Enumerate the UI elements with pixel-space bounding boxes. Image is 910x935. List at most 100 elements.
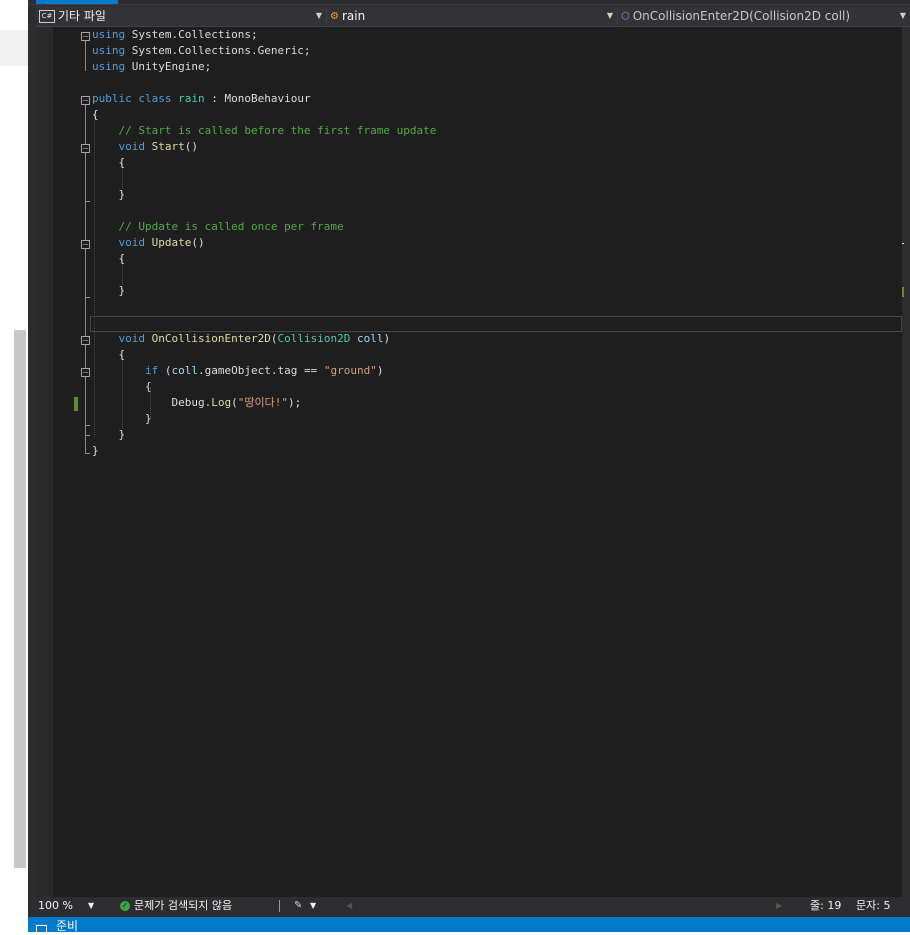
code-token: void [118, 332, 146, 345]
code-line[interactable]: } [92, 411, 152, 427]
code-line[interactable]: // Update is called once per frame [92, 219, 344, 235]
code-token: } [92, 428, 126, 441]
code-token: } [92, 412, 152, 425]
code-token: { [92, 252, 126, 265]
line-number: 줄: 19 [810, 899, 842, 912]
code-line[interactable]: { [92, 379, 152, 395]
collapse-usings-toggle[interactable]: − [81, 32, 90, 41]
code-editor[interactable]: − − − − − − using System.Collections; usi… [36, 27, 902, 897]
code-token: } [92, 188, 126, 201]
code-token: { [92, 156, 126, 169]
code-token: () [191, 236, 205, 249]
code-token: void [118, 140, 146, 153]
code-token: using [92, 60, 126, 73]
chevron-down-icon[interactable]: ▼ [310, 897, 316, 915]
project-dropdown[interactable]: C# 기타 파일 ▼ [36, 7, 327, 25]
code-token: Start [151, 140, 185, 153]
code-line[interactable]: } [92, 443, 99, 459]
code-cleanup-icon[interactable]: ✎ [294, 897, 302, 915]
code-line[interactable]: using System.Collections.Generic; [92, 43, 311, 59]
code-line[interactable]: { [92, 107, 99, 123]
app-status-bar: 준비 [28, 917, 910, 933]
code-line[interactable]: { [92, 251, 125, 267]
chevron-down-icon[interactable]: ▼ [900, 7, 906, 25]
code-token: System.Collections; [125, 28, 258, 41]
code-token: ) [383, 332, 391, 345]
member-dropdown[interactable]: ⬡ OnCollisionEnter2D(Collision2D coll) ▼ [618, 7, 910, 25]
code-token: { [92, 348, 126, 361]
collapse-update-toggle[interactable]: − [81, 240, 90, 249]
code-token: // Start is called before the first fram… [118, 124, 437, 137]
issues-indicator[interactable]: ✓ 문제가 검색되지 않음 [120, 897, 232, 915]
code-line[interactable]: if (coll.gameObject.tag == "ground") [92, 363, 383, 379]
code-token: Debug. [92, 396, 212, 409]
code-line[interactable]: void Update() [92, 235, 205, 251]
code-token: : MonoBehaviour [204, 92, 311, 105]
code-token: using [92, 44, 126, 57]
check-circle-icon: ✓ [120, 901, 130, 911]
chevron-down-icon[interactable]: ▼ [88, 897, 94, 915]
class-dropdown[interactable]: ⚙ rain ▼ [327, 7, 618, 25]
code-token: if [144, 364, 159, 377]
scroll-right-arrow-icon[interactable]: ▶ [776, 897, 782, 915]
code-token: () [184, 140, 198, 153]
outline-end [85, 435, 90, 436]
collapse-oncollision-toggle[interactable]: − [81, 336, 90, 345]
code-line[interactable]: void OnCollisionEnter2D(Collision2D coll… [92, 331, 391, 347]
code-line[interactable]: using UnityEngine; [92, 59, 211, 75]
current-line-highlight [90, 316, 902, 332]
desktop-scrollbar[interactable] [14, 330, 26, 868]
code-line[interactable]: } [92, 187, 125, 203]
collapse-start-toggle[interactable]: − [81, 144, 90, 153]
change-tracking-marker [74, 397, 78, 411]
code-token: void [118, 236, 146, 249]
outline-line [85, 105, 86, 453]
zoom-level[interactable]: 100 % [38, 897, 73, 915]
scrollbar-caret-marker [902, 243, 904, 244]
code-token: coll [171, 364, 198, 377]
code-line[interactable]: } [92, 283, 125, 299]
code-line[interactable]: public class rain : MonoBehaviour [92, 91, 311, 107]
outline-line [85, 41, 86, 71]
scrollbar-change-marker [902, 287, 904, 297]
code-token: ( [231, 396, 238, 409]
scroll-left-arrow-icon[interactable]: ◀ [346, 897, 352, 915]
code-token: "ground" [323, 364, 377, 377]
code-line[interactable]: { [92, 347, 125, 363]
member-dropdown-label: OnCollisionEnter2D(Collision2D coll) [632, 9, 851, 23]
code-token: } [92, 284, 126, 297]
collapse-class-toggle[interactable]: − [81, 96, 90, 105]
code-token: Update [151, 236, 192, 249]
code-token: UnityEngine; [125, 60, 212, 73]
code-line[interactable]: // Start is called before the first fram… [92, 123, 437, 139]
chevron-down-icon[interactable]: ▼ [607, 7, 613, 25]
class-icon: ⚙ [330, 10, 339, 22]
navigation-bar: C# 기타 파일 ▼ ⚙ rain ▼ ⬡ OnCollisionEnter2D(Co… [36, 6, 910, 27]
editor-status-bar: 100 % ▼ ✓ 문제가 검색되지 않음 ✎ ▼ ◀ ▶ 줄: 19 문자: 5 [36, 897, 910, 915]
glyph-margin [36, 27, 53, 897]
code-line[interactable]: } [92, 427, 125, 443]
collapse-if-toggle[interactable]: − [81, 368, 90, 377]
code-token: class [138, 92, 172, 105]
outline-end [85, 425, 90, 426]
code-token: System.Collections.Generic; [125, 44, 311, 57]
code-line[interactable]: Debug.Log("땅이다!"); [92, 395, 301, 411]
vertical-scrollbar[interactable] [902, 27, 910, 897]
outline-end [85, 453, 90, 454]
code-line[interactable]: void Start() [92, 139, 199, 155]
code-token: Collision2D [277, 332, 351, 345]
code-line[interactable]: { [92, 155, 125, 171]
code-token: public [92, 92, 132, 105]
code-token: rain [178, 92, 205, 105]
desktop-left-strip [0, 0, 40, 932]
code-token: // Update is called once per frame [118, 220, 344, 233]
column-number: 문자: 5 [856, 899, 891, 912]
chevron-down-icon[interactable]: ▼ [316, 7, 322, 25]
code-line[interactable]: using System.Collections; [92, 27, 258, 43]
